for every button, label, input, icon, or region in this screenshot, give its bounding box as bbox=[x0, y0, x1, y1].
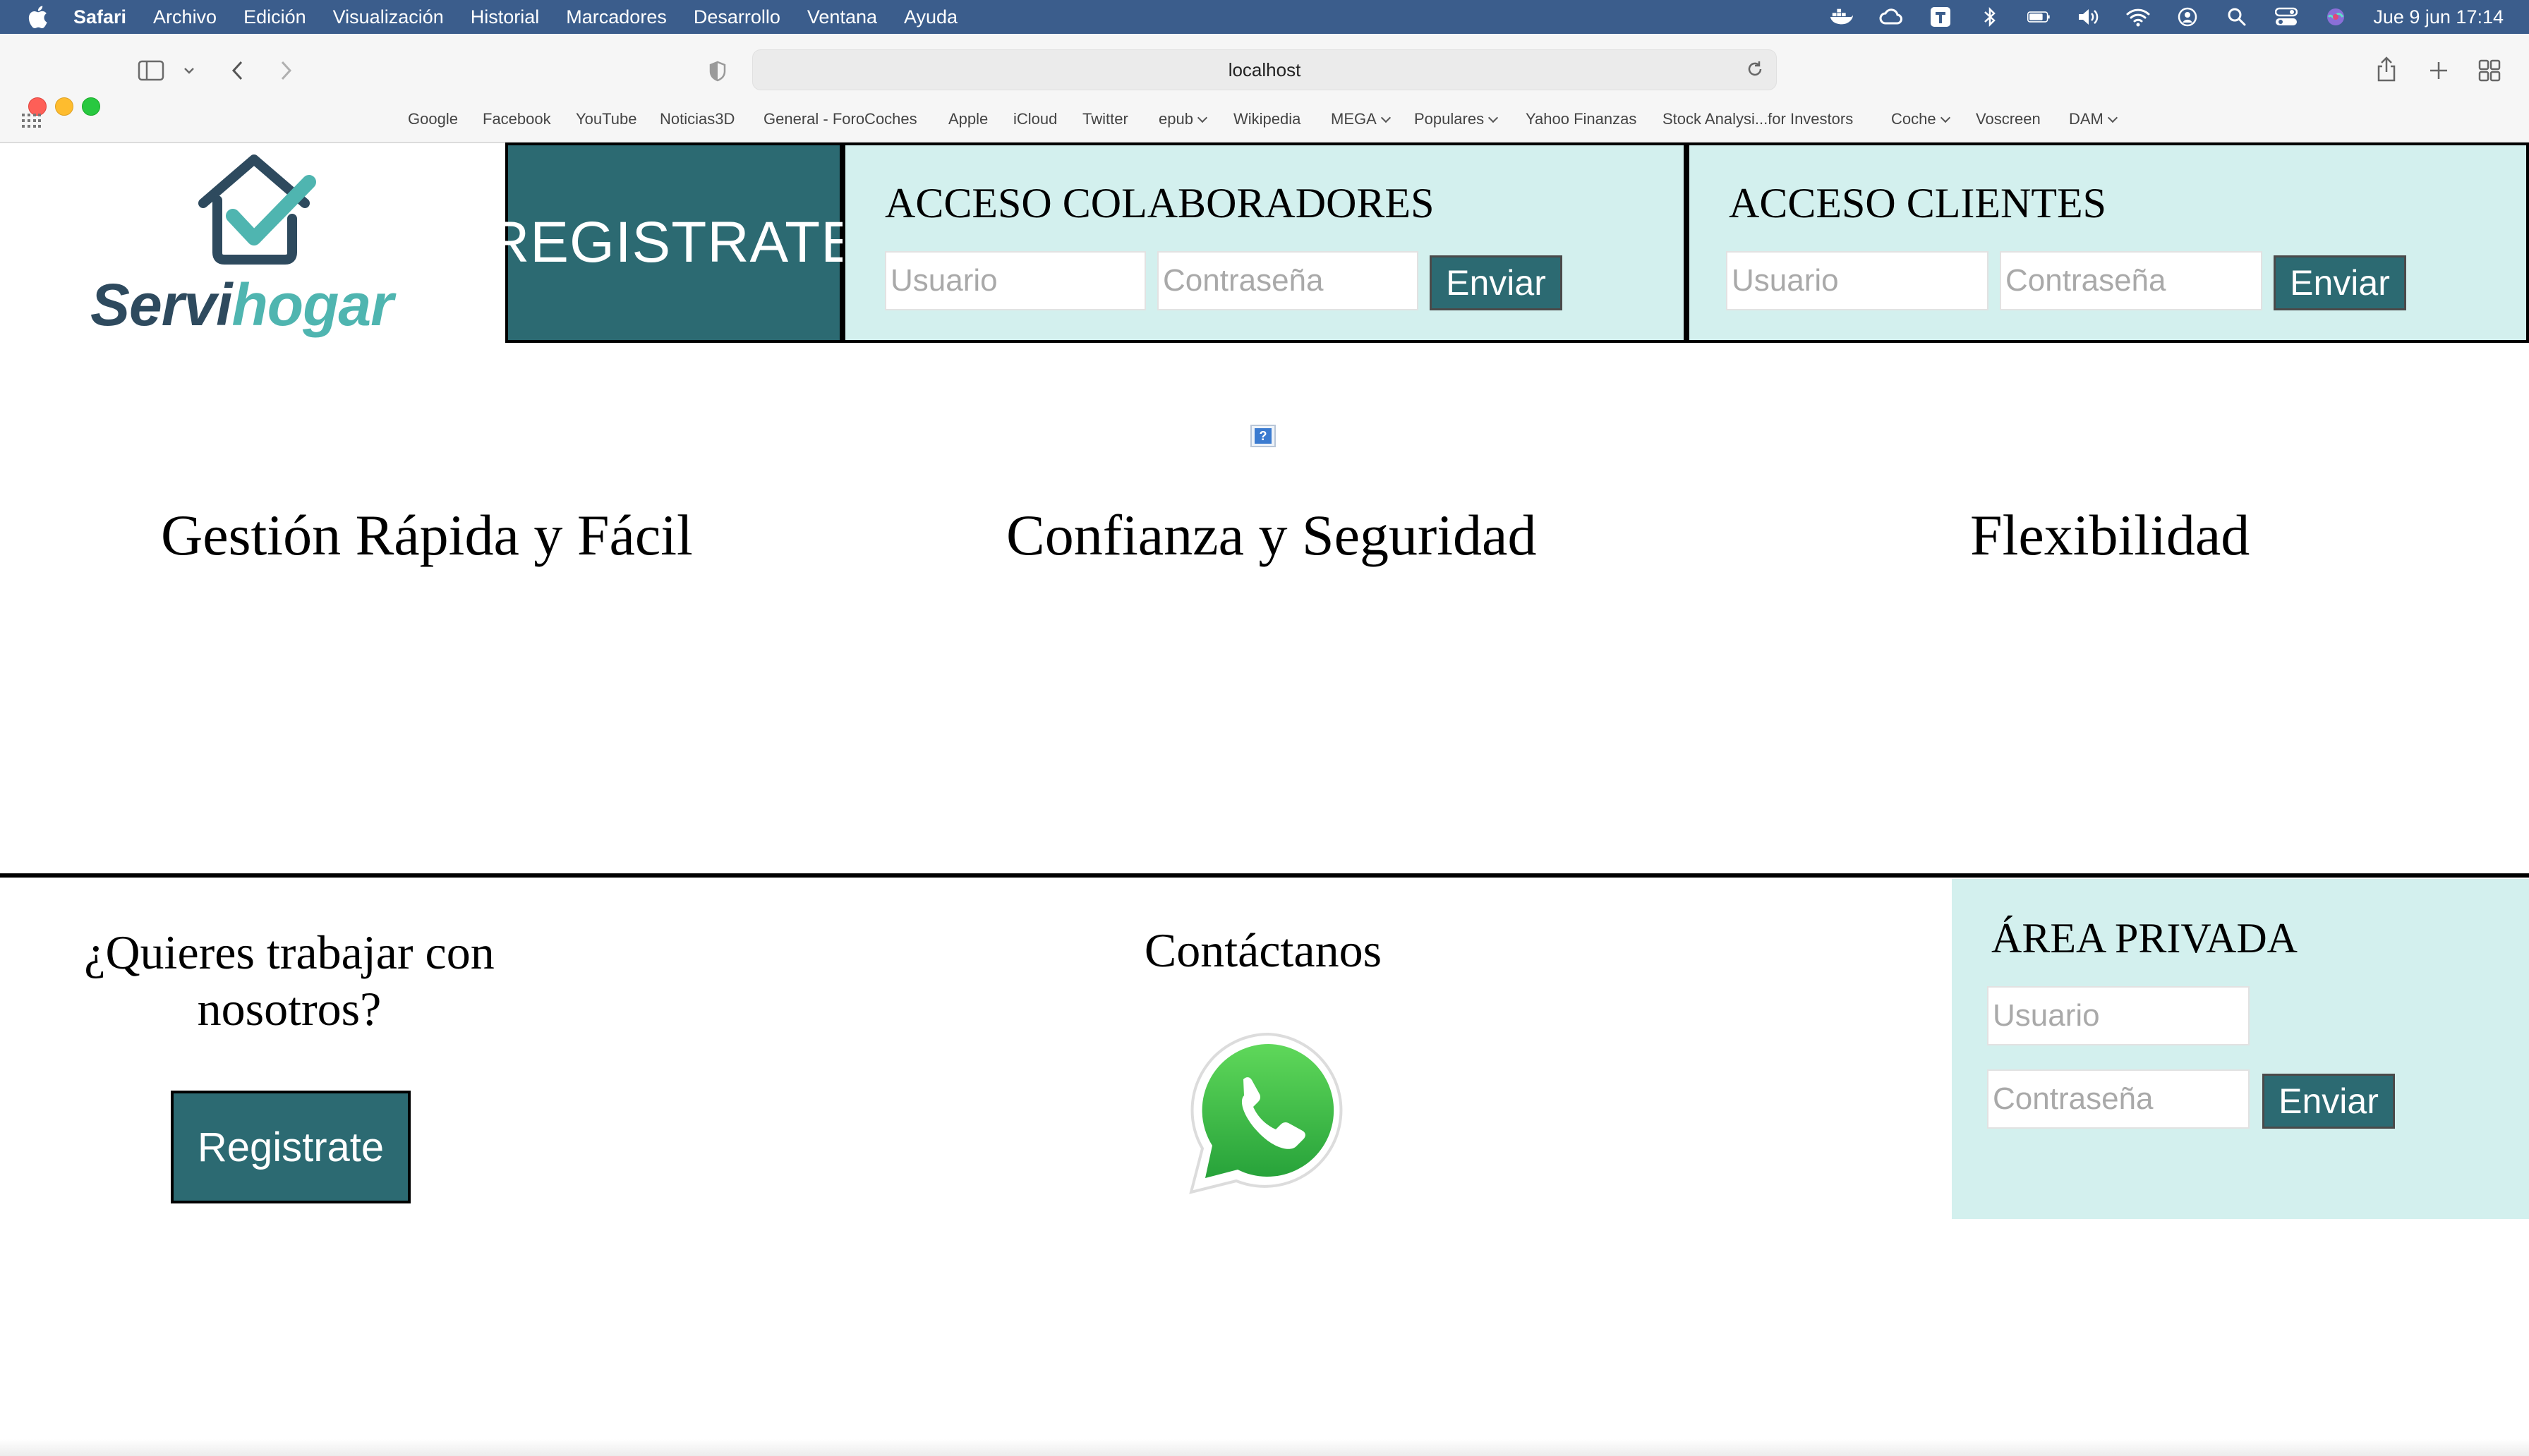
collaborators-password-input[interactable] bbox=[1157, 251, 1418, 310]
collaborators-username-input[interactable] bbox=[885, 251, 1146, 310]
bookmark-noticias3d[interactable]: Noticias3D bbox=[660, 110, 735, 128]
clients-login-panel: ACCESO CLIENTES Enviar bbox=[1686, 142, 2529, 343]
menu-app-safari[interactable]: Safari bbox=[73, 6, 126, 28]
feature-trust-security: Confianza y Seguridad bbox=[1006, 503, 1537, 567]
feature-flexibility: Flexibilidad bbox=[1970, 503, 2250, 567]
section-divider bbox=[0, 873, 2529, 878]
share-icon[interactable] bbox=[2374, 55, 2399, 83]
whatsapp-icon[interactable] bbox=[1185, 1030, 1352, 1196]
spotlight-search-icon[interactable] bbox=[2225, 6, 2249, 28]
bookmark-youtube[interactable]: YouTube bbox=[576, 110, 636, 128]
menu-ventana[interactable]: Ventana bbox=[807, 6, 877, 28]
bluetooth-icon[interactable] bbox=[1978, 6, 2002, 28]
menu-historial[interactable]: Historial bbox=[471, 6, 540, 28]
back-icon[interactable] bbox=[224, 58, 250, 83]
user-account-icon[interactable] bbox=[2175, 6, 2199, 28]
chevron-down-icon bbox=[1197, 112, 1208, 123]
bookmark-epub-label: epub bbox=[1159, 110, 1193, 128]
battery-icon[interactable] bbox=[2027, 6, 2051, 28]
bookmark-folder-epub[interactable]: epub bbox=[1159, 110, 1208, 128]
menu-marcadores[interactable]: Marcadores bbox=[566, 6, 667, 28]
bookmark-icloud[interactable]: iCloud bbox=[1013, 110, 1057, 128]
menu-clock[interactable]: Jue 9 jun 17:14 bbox=[2373, 6, 2504, 28]
web-page: Servihogar REGISTRATE ACCESO COLABORADOR… bbox=[0, 142, 2529, 1456]
broken-image-icon: ? bbox=[1250, 425, 1276, 447]
bookmark-apple[interactable]: Apple bbox=[948, 110, 988, 128]
contact-title: Contáctanos bbox=[1144, 923, 1382, 977]
forward-icon[interactable] bbox=[274, 58, 299, 83]
siri-icon[interactable] bbox=[2324, 6, 2348, 28]
bookmark-folder-dam[interactable]: DAM bbox=[2069, 110, 2118, 128]
house-check-icon bbox=[198, 154, 316, 265]
bookmark-forocoches[interactable]: General - ForoCoches bbox=[763, 110, 917, 128]
docker-icon[interactable] bbox=[1830, 6, 1854, 28]
bookmark-mega-label: MEGA bbox=[1331, 110, 1377, 128]
bookmark-folder-coche[interactable]: Coche bbox=[1891, 110, 1950, 128]
bookmark-populares-label: Populares bbox=[1414, 110, 1485, 128]
volume-icon[interactable] bbox=[2077, 6, 2101, 28]
clients-password-input[interactable] bbox=[2000, 251, 2262, 310]
private-username-input[interactable] bbox=[1987, 986, 2250, 1045]
menu-ayuda[interactable]: Ayuda bbox=[904, 6, 958, 28]
reload-icon[interactable] bbox=[1745, 59, 1765, 84]
chevron-down-icon bbox=[1488, 112, 1499, 123]
bookmark-yahoo-finanzas[interactable]: Yahoo Finanzas bbox=[1526, 110, 1636, 128]
menu-bar: Safari Archivo Edición Visualización His… bbox=[0, 0, 2529, 34]
bookmark-voscreen[interactable]: Voscreen bbox=[1976, 110, 2041, 128]
feature-quick-management: Gestión Rápida y Fácil bbox=[161, 503, 693, 567]
private-area-panel: ÁREA PRIVADA Enviar bbox=[1952, 879, 2529, 1219]
logo-text-hogar: hogar bbox=[231, 272, 394, 338]
clients-login-title: ACCESO CLIENTES bbox=[1729, 180, 2107, 226]
chevron-down-icon bbox=[1940, 112, 1950, 123]
private-submit-button[interactable]: Enviar bbox=[2262, 1074, 2395, 1129]
creative-cloud-icon[interactable] bbox=[1879, 6, 1903, 28]
menu-archivo[interactable]: Archivo bbox=[153, 6, 217, 28]
apps-grid-icon[interactable] bbox=[21, 113, 41, 133]
menu-edicion[interactable]: Edición bbox=[243, 6, 306, 28]
chevron-down-icon bbox=[1380, 112, 1391, 123]
chevron-down-icon bbox=[2107, 112, 2118, 123]
register-header-button[interactable]: REGISTRATE bbox=[488, 142, 859, 343]
window-bottom-edge bbox=[0, 1439, 2529, 1456]
url-text[interactable]: localhost bbox=[1229, 59, 1301, 81]
clients-submit-button[interactable]: Enviar bbox=[2274, 255, 2406, 310]
privacy-shield-icon[interactable] bbox=[706, 59, 730, 83]
control-center-icon[interactable] bbox=[2274, 6, 2298, 28]
status-area: Jue 9 jun 17:14 bbox=[1830, 0, 2504, 34]
bookmark-wikipedia[interactable]: Wikipedia bbox=[1233, 110, 1300, 128]
bookmark-google[interactable]: Google bbox=[408, 110, 458, 128]
broken-image-glyph: ? bbox=[1255, 428, 1272, 444]
logo-wordmark: Servihogar bbox=[90, 271, 394, 339]
apple-icon[interactable] bbox=[27, 5, 48, 29]
bookmark-folder-mega[interactable]: MEGA bbox=[1331, 110, 1391, 128]
clients-username-input[interactable] bbox=[1726, 251, 1988, 310]
bookmarks-bar: Google Facebook YouTube Noticias3D Gener… bbox=[0, 106, 2529, 134]
join-us-title: ¿Quieres trabajar con nosotros? bbox=[84, 926, 495, 1036]
collaborators-submit-button[interactable]: Enviar bbox=[1430, 255, 1562, 310]
wifi-icon[interactable] bbox=[2126, 6, 2150, 28]
new-tab-icon[interactable] bbox=[2426, 58, 2451, 83]
logo-text-servi: Servi bbox=[90, 272, 232, 338]
collaborators-login-title: ACCESO COLABORADORES bbox=[885, 180, 1435, 226]
text-tool-icon[interactable] bbox=[1929, 6, 1952, 28]
tab-overview-icon[interactable] bbox=[2477, 58, 2502, 83]
sidebar-toggle-icon[interactable] bbox=[137, 59, 165, 82]
private-password-input[interactable] bbox=[1987, 1069, 2250, 1129]
menu-desarrollo[interactable]: Desarrollo bbox=[694, 6, 780, 28]
bookmark-facebook[interactable]: Facebook bbox=[483, 110, 551, 128]
bookmark-folder-populares[interactable]: Populares bbox=[1414, 110, 1499, 128]
bookmark-coche-label: Coche bbox=[1891, 110, 1936, 128]
register-button[interactable]: Registrate bbox=[171, 1091, 411, 1203]
address-bar[interactable]: localhost bbox=[752, 49, 1777, 90]
chevron-down-icon[interactable] bbox=[181, 62, 198, 79]
bookmark-twitter[interactable]: Twitter bbox=[1082, 110, 1128, 128]
collaborators-login-panel: ACCESO COLABORADORES Enviar bbox=[843, 142, 1686, 343]
bookmark-dam-label: DAM bbox=[2069, 110, 2104, 128]
menu-visualizacion[interactable]: Visualización bbox=[333, 6, 444, 28]
servihogar-logo[interactable]: Servihogar bbox=[83, 151, 422, 341]
private-area-title: ÁREA PRIVADA bbox=[1991, 915, 2298, 961]
bookmark-stock-analysis[interactable]: Stock Analysi...for Investors bbox=[1662, 110, 1853, 128]
